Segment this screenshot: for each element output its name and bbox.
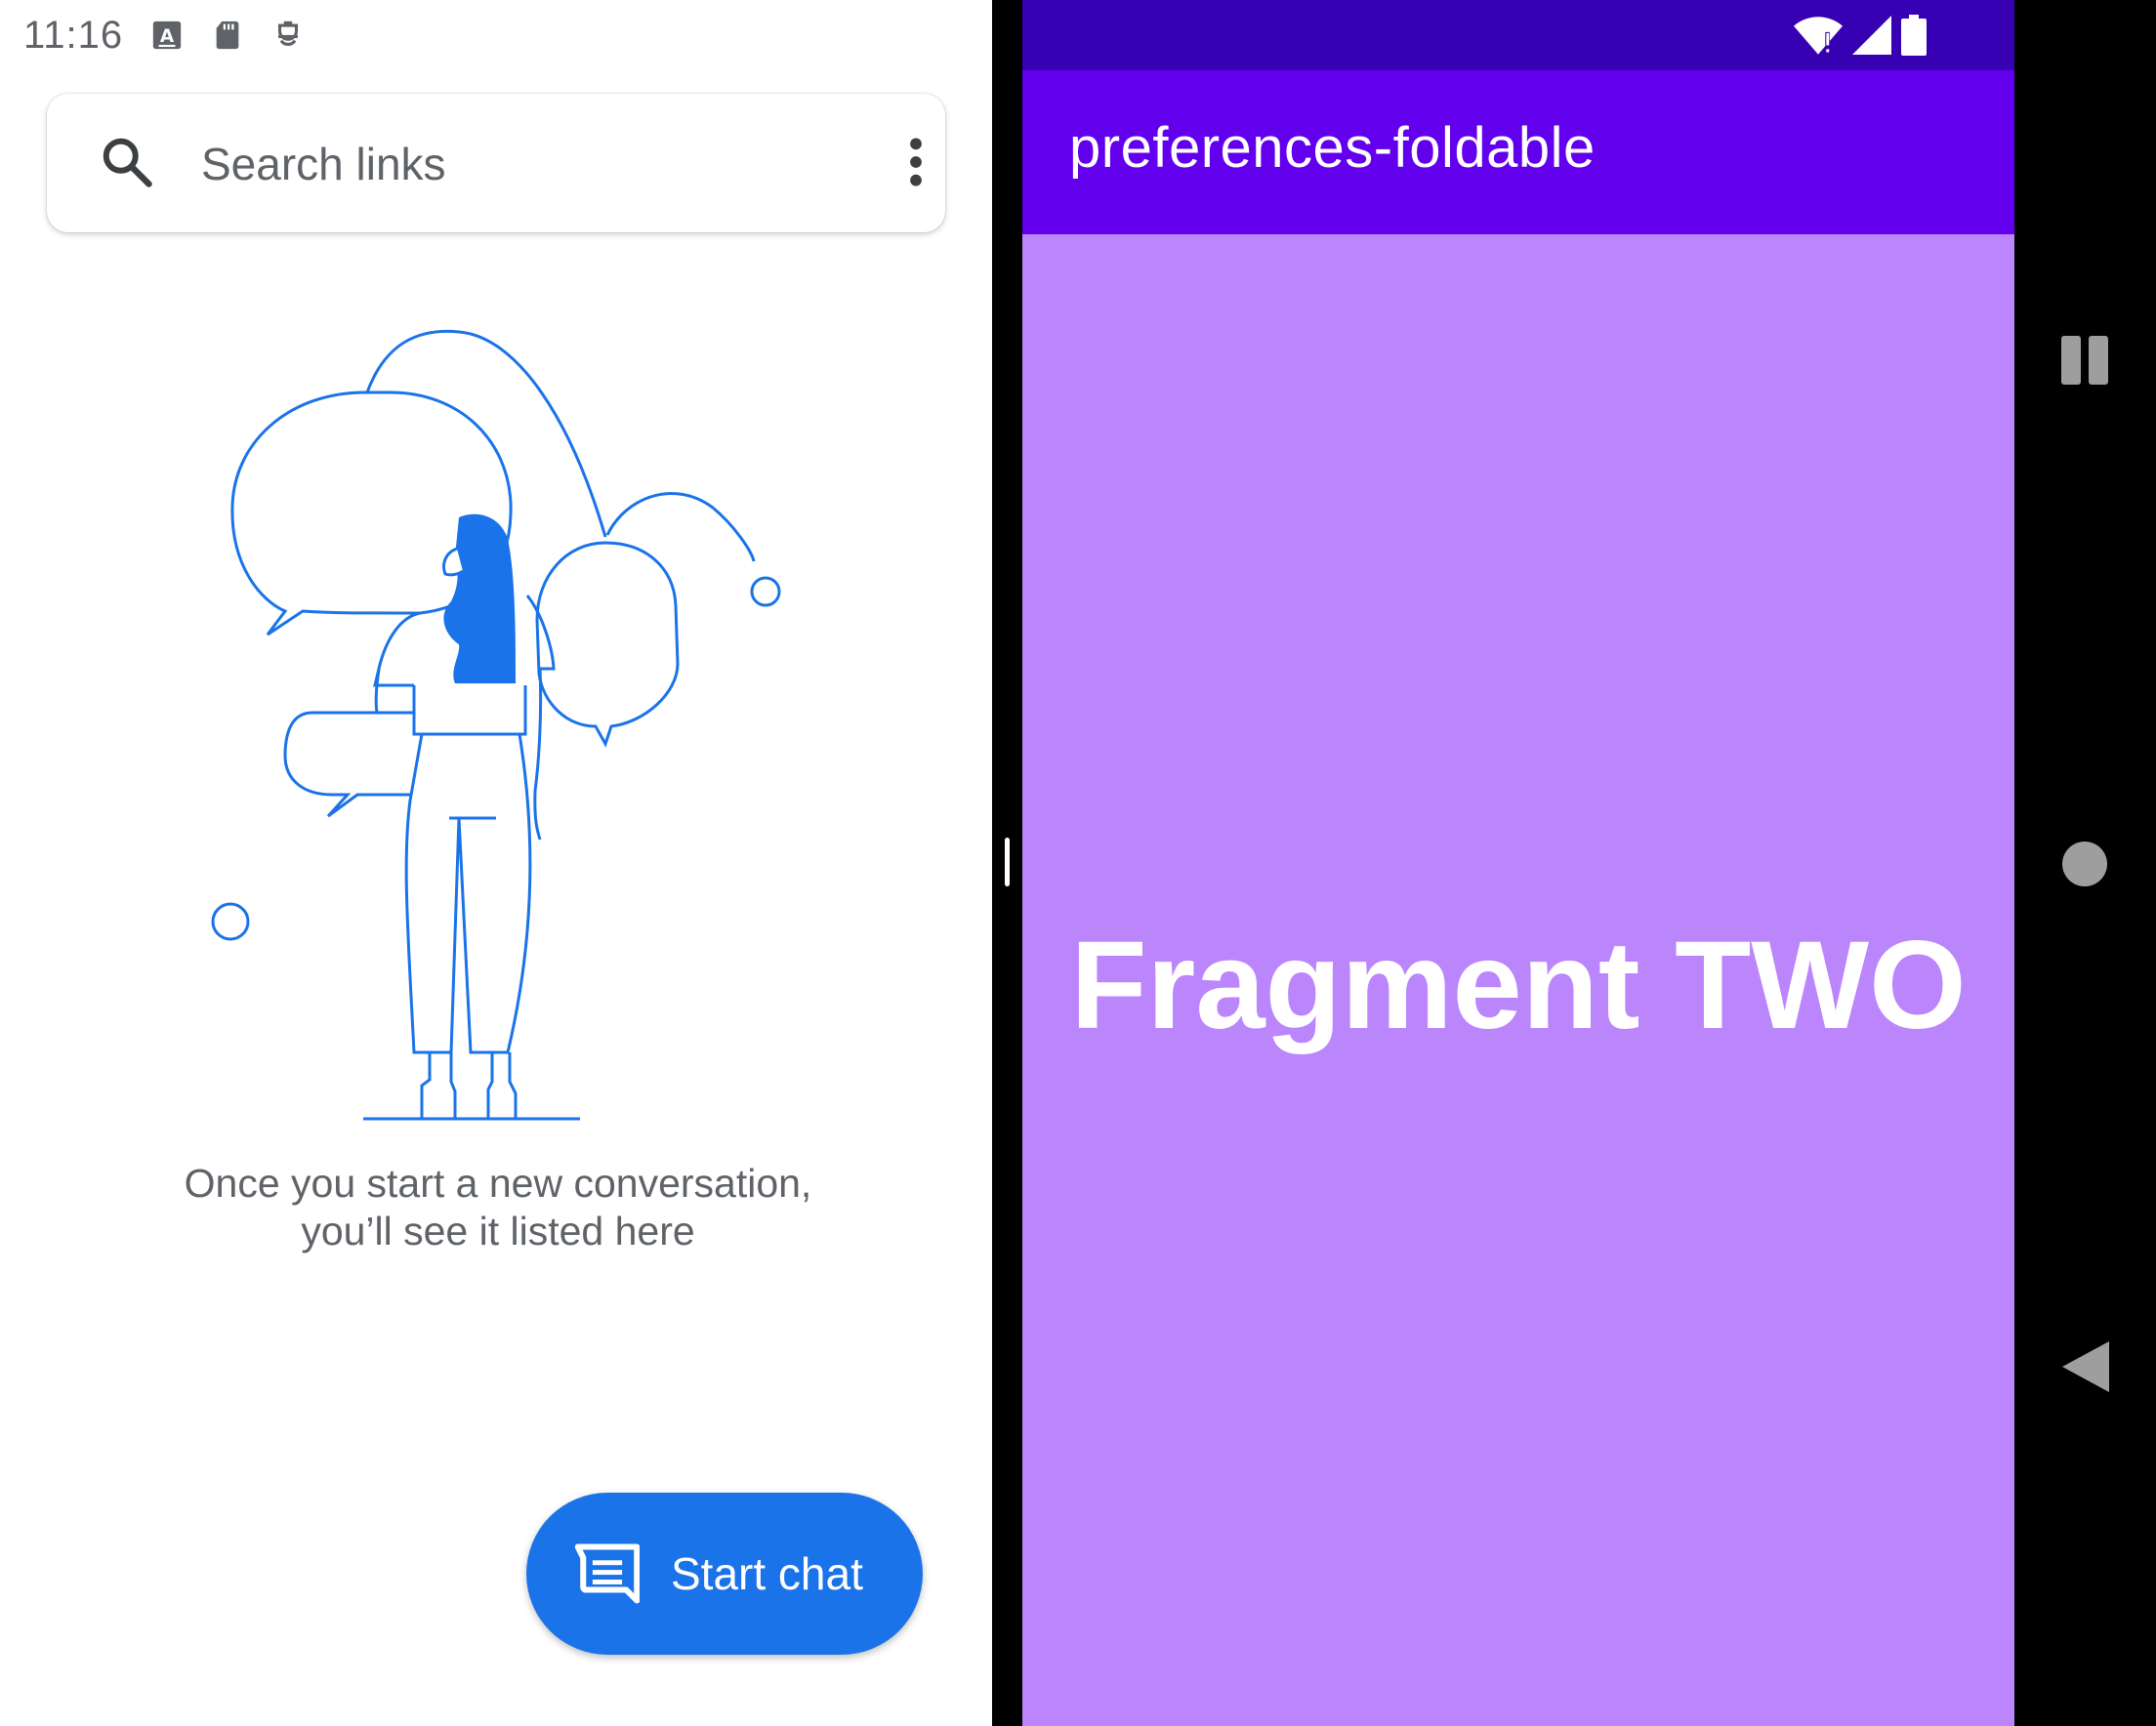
font-icon: A (152, 21, 182, 50)
system-status-icons (1794, 14, 1927, 57)
search-bar[interactable] (47, 94, 945, 232)
start-chat-button[interactable]: Start chat (526, 1493, 923, 1655)
app-title: preferences-foldable (1069, 116, 1596, 180)
status-bar-right (1022, 0, 2014, 70)
signal-icon (1852, 16, 1891, 55)
navigation-bar (2014, 0, 2156, 1726)
more-options-icon[interactable] (885, 131, 947, 193)
preferences-pane: preferences-foldable Fragment TWO (1022, 0, 2014, 1726)
empty-state-illustration (211, 329, 781, 1121)
search-icon[interactable] (98, 133, 156, 191)
recents-icon[interactable] (2061, 336, 2110, 385)
accessibility-icon (278, 21, 299, 46)
svg-text:A: A (160, 26, 175, 47)
battery-icon (1901, 15, 1927, 56)
app-bar: preferences-foldable (1022, 70, 2014, 234)
search-input[interactable] (199, 129, 838, 199)
status-clock: 11:16 (23, 13, 124, 57)
sd-card-icon (216, 21, 239, 50)
messages-pane: 11:16 A Search links Once you start a ne… (0, 0, 992, 1726)
chat-icon (575, 1543, 640, 1604)
status-bar-left: 11:16 A (23, 10, 305, 61)
empty-state-message: Once you start a new conversation, you’l… (184, 1161, 812, 1253)
home-icon[interactable] (2062, 842, 2107, 886)
divider-drag-handle[interactable] (1005, 838, 1010, 886)
back-icon[interactable] (2061, 1341, 2110, 1392)
fragment-label: Fragment TWO (1070, 916, 1967, 1055)
wifi-icon (1794, 17, 1843, 55)
start-chat-label: Start chat (671, 1548, 863, 1599)
